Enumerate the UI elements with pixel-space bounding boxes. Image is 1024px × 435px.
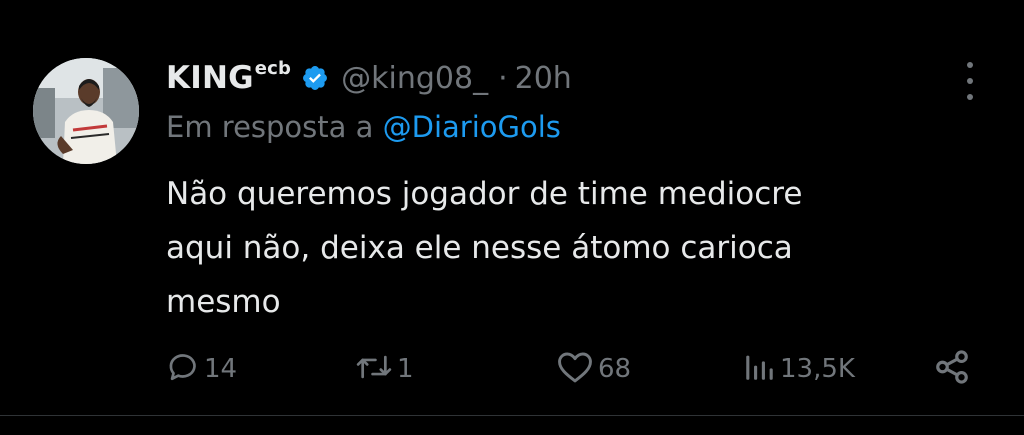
like-button[interactable]: 68 bbox=[556, 348, 631, 390]
retweet-icon bbox=[355, 350, 393, 388]
tweet-header: KINGecb @king08_ · 20h bbox=[166, 56, 572, 100]
like-count: 68 bbox=[598, 354, 632, 384]
tweet-text-line: Não queremos jogador de time mediocre bbox=[166, 176, 803, 212]
views-icon bbox=[742, 350, 776, 388]
share-button[interactable] bbox=[933, 348, 971, 390]
tweet-text-line: mesmo bbox=[166, 284, 281, 320]
author-name-superscript: ecb bbox=[254, 57, 292, 79]
views-count: 13,5K bbox=[780, 354, 855, 384]
tweet-text-line: aqui não, deixa ele nesse átomo carioca bbox=[166, 230, 793, 266]
timestamp[interactable]: 20h bbox=[515, 61, 572, 96]
retweet-count: 1 bbox=[397, 354, 414, 384]
reply-context: Em resposta a @DiarioGols bbox=[166, 110, 561, 144]
share-icon bbox=[933, 348, 971, 390]
avatar[interactable] bbox=[33, 58, 139, 164]
reply-count: 14 bbox=[204, 354, 238, 384]
reply-button[interactable]: 14 bbox=[166, 348, 237, 390]
verified-badge-icon[interactable] bbox=[301, 64, 329, 92]
author-handle[interactable]: @king08_ bbox=[341, 61, 488, 96]
like-icon bbox=[556, 350, 594, 388]
tweet-text: Não queremos jogador de time mediocre aq… bbox=[166, 167, 966, 329]
author-name[interactable]: KINGecb bbox=[166, 57, 292, 96]
divider bbox=[0, 415, 1024, 416]
more-options-icon[interactable] bbox=[958, 62, 982, 100]
reply-prefix: Em resposta a bbox=[166, 110, 374, 144]
reply-icon bbox=[166, 350, 200, 388]
views-button[interactable]: 13,5K bbox=[742, 348, 855, 390]
separator-dot: · bbox=[498, 60, 508, 96]
retweet-button[interactable]: 1 bbox=[355, 348, 414, 390]
reply-to-link[interactable]: @DiarioGols bbox=[383, 110, 561, 144]
